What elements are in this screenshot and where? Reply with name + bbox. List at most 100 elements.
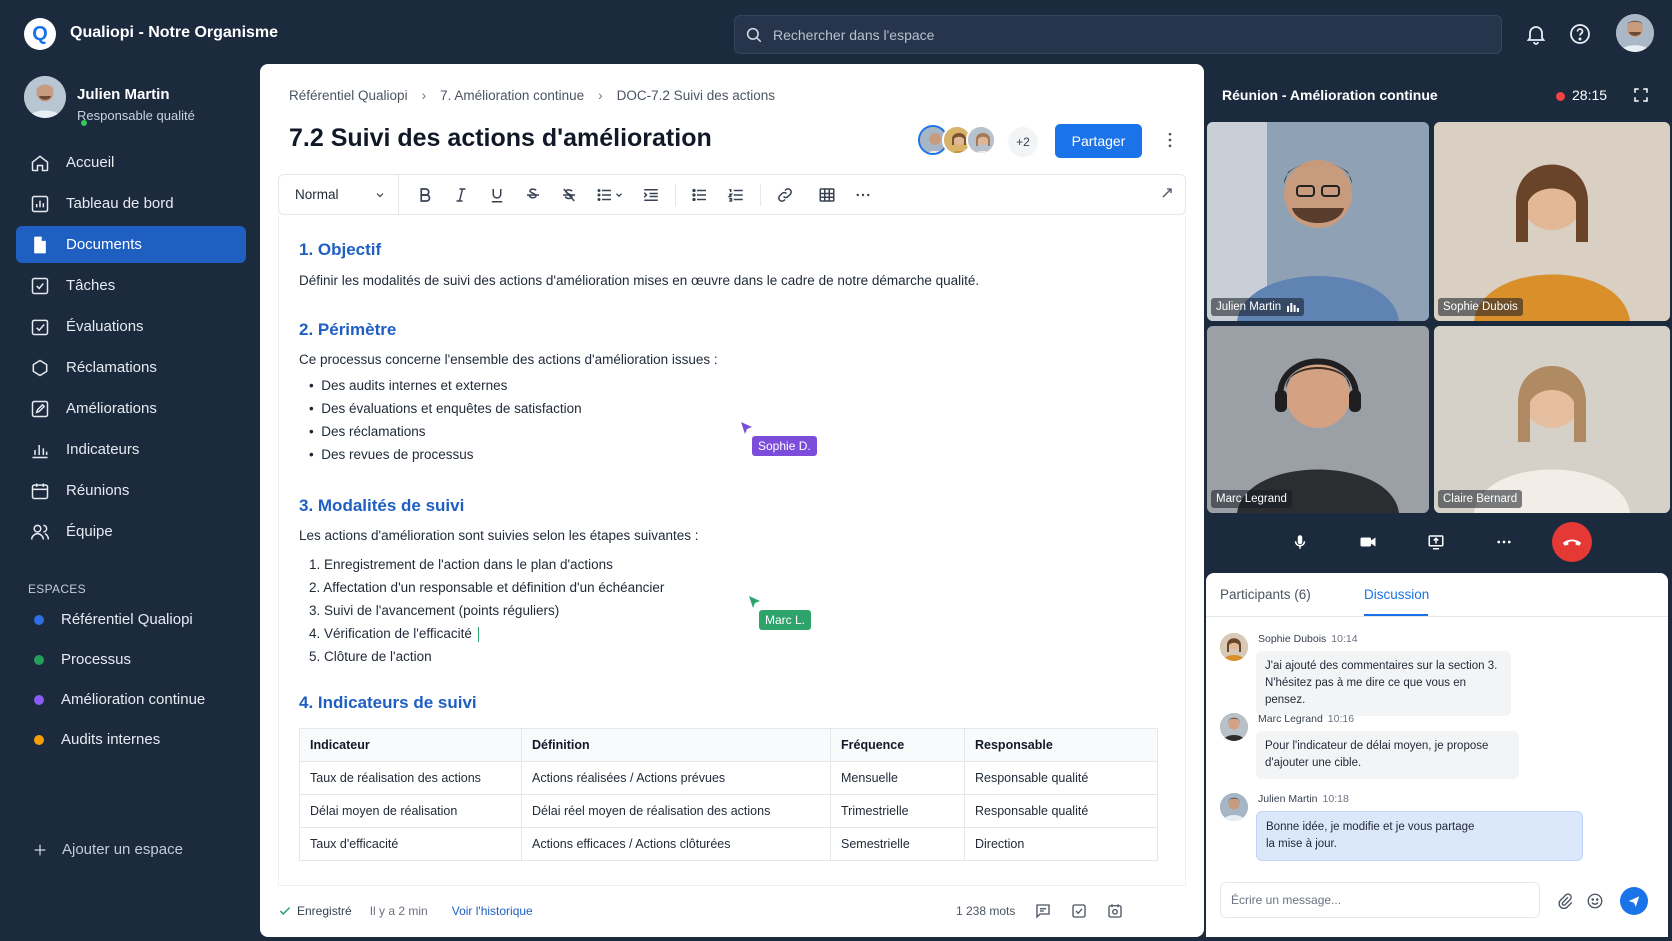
- nav-item-reclamations[interactable]: Réclamations: [16, 349, 246, 386]
- table-row: Taux d'efficacité Actions efficaces / Ac…: [299, 827, 1158, 861]
- nav-item-evaluations[interactable]: Évaluations: [16, 308, 246, 345]
- document-content[interactable]: 1. Objectif Définir les modalités de sui…: [278, 216, 1186, 886]
- avatar: [1220, 793, 1248, 821]
- nav-item-accueil[interactable]: Accueil: [16, 144, 246, 181]
- app-logo[interactable]: Q: [24, 18, 56, 50]
- underline-button[interactable]: [479, 175, 515, 214]
- nav-item-tableau-de-bord[interactable]: Tableau de bord: [16, 185, 246, 222]
- breadcrumb-item[interactable]: 7. Amélioration continue: [440, 88, 584, 103]
- bold-button[interactable]: [407, 175, 443, 214]
- message-line: d'ajouter une cible.: [1265, 757, 1362, 769]
- active-tab-indicator: [1364, 614, 1428, 616]
- screen-share-button[interactable]: [1416, 522, 1456, 562]
- nav-item-equipe[interactable]: Équipe: [16, 513, 246, 550]
- meeting-timer: 28:15: [1572, 87, 1608, 103]
- table-cell: Semestrielle: [830, 827, 965, 861]
- account-avatar[interactable]: [1616, 14, 1654, 52]
- space-color-dot: [34, 654, 44, 665]
- send-button[interactable]: [1620, 887, 1648, 915]
- user-profile[interactable]: Julien Martin Responsable qualité: [24, 76, 195, 128]
- space-label: Processus: [61, 651, 132, 668]
- attachment-icon[interactable]: [1556, 892, 1574, 910]
- nav-item-reunions[interactable]: Réunions: [16, 472, 246, 509]
- fullscreen-icon[interactable]: [1632, 86, 1650, 104]
- task-check-icon[interactable]: [1070, 902, 1088, 920]
- indicators-table: Indicateur Définition Fréquence Responsa…: [299, 728, 1158, 861]
- camera-button[interactable]: [1348, 522, 1388, 562]
- video-tile-marc[interactable]: Marc Legrand: [1207, 326, 1429, 513]
- spaces-title: ESPACES: [28, 582, 86, 596]
- list-item: 3. Suivi de l'avancement (points régulie…: [309, 603, 560, 618]
- collaborators[interactable]: [918, 125, 996, 155]
- table-cell: Mensuelle: [830, 761, 965, 795]
- breadcrumb-item[interactable]: DOC-7.2 Suivi des actions: [617, 88, 775, 103]
- table-cell: Délai réel moyen de réalisation des acti…: [521, 794, 831, 828]
- strikethrough-button[interactable]: [515, 175, 551, 214]
- more-tools-button[interactable]: [845, 175, 881, 214]
- clear-format-icon: [563, 188, 575, 201]
- message-input-placeholder: Écrire un message...: [1231, 893, 1342, 907]
- help-icon[interactable]: [1568, 22, 1592, 46]
- nav-item-ameliorations[interactable]: Améliorations: [16, 390, 246, 427]
- table-cell: Trimestrielle: [830, 794, 965, 828]
- table-button[interactable]: [809, 175, 845, 214]
- more-collaborators-badge[interactable]: +2: [1008, 127, 1038, 157]
- calendar-check-icon[interactable]: [1106, 902, 1124, 920]
- bell-icon[interactable]: [1524, 22, 1548, 46]
- hang-up-button[interactable]: [1552, 522, 1592, 562]
- more-vertical-icon[interactable]: [1160, 130, 1180, 150]
- paragraph-style-select[interactable]: Normal: [279, 175, 399, 214]
- share-button[interactable]: Partager: [1055, 124, 1142, 158]
- home-icon: [31, 154, 49, 171]
- emoji-icon[interactable]: [1586, 892, 1604, 910]
- breadcrumb-item[interactable]: Référentiel Qualiopi: [289, 88, 408, 103]
- paragraph: Ce processus concerne l'ensemble des act…: [299, 352, 718, 367]
- message-header: Julien Martin 10:18: [1258, 793, 1349, 805]
- table-header-row: Indicateur Définition Fréquence Responsa…: [299, 728, 1158, 762]
- video-tile-julien[interactable]: Julien Martin: [1207, 122, 1429, 321]
- checkbox-icon: [31, 277, 49, 294]
- edit-icon: [31, 400, 49, 417]
- phone-hangup-icon: [1562, 539, 1582, 546]
- numbered-list-button[interactable]: [718, 175, 754, 214]
- italic-button[interactable]: [443, 175, 479, 214]
- logo-letter: Q: [32, 22, 48, 45]
- tab-discussion[interactable]: Discussion: [1364, 587, 1429, 602]
- list-item: 5. Clôture de l'action: [309, 649, 432, 664]
- microphone-button[interactable]: [1280, 522, 1320, 562]
- bullet-list-button[interactable]: [682, 175, 718, 214]
- space-color-dot: [34, 614, 44, 625]
- send-icon: [1628, 896, 1640, 907]
- search-input[interactable]: Rechercher dans l'espace: [734, 15, 1502, 54]
- space-item-audits[interactable]: Audits internes: [34, 731, 160, 748]
- save-time: Il y a 2 min: [369, 904, 428, 918]
- space-item-processus[interactable]: Processus: [34, 651, 131, 668]
- message-line: la mise à jour.: [1266, 838, 1337, 850]
- history-link[interactable]: Voir l'historique: [452, 904, 533, 918]
- add-space-button[interactable]: Ajouter un espace: [32, 841, 183, 858]
- space-item-amelioration[interactable]: Amélioration continue: [34, 691, 205, 708]
- tab-participants[interactable]: Participants (6): [1220, 587, 1311, 602]
- link-button[interactable]: [767, 175, 803, 214]
- section-heading: 2. Périmètre: [299, 320, 397, 339]
- list-item-text: Des évaluations et enquêtes de satisfact…: [321, 401, 582, 416]
- nav-item-documents[interactable]: Documents: [16, 226, 246, 263]
- clear-format-button[interactable]: [551, 175, 587, 214]
- list-style-button[interactable]: [587, 175, 633, 214]
- nav-item-indicateurs[interactable]: Indicateurs: [16, 431, 246, 468]
- list-item-text: 4. Vérification de l'efficacité: [309, 626, 472, 641]
- video-tile-claire[interactable]: Claire Bernard: [1434, 326, 1670, 513]
- comment-icon[interactable]: [1034, 902, 1052, 920]
- table-cell: Délai moyen de réalisation: [299, 794, 522, 828]
- participant-video: [1434, 326, 1670, 513]
- more-options-button[interactable]: [1484, 522, 1524, 562]
- nav-item-taches[interactable]: Tâches: [16, 267, 246, 304]
- message-input[interactable]: Écrire un message...: [1220, 882, 1540, 918]
- space-item-referentiel[interactable]: Référentiel Qualiopi: [34, 611, 193, 628]
- expand-icon[interactable]: [1159, 185, 1175, 201]
- user-avatar: [24, 76, 66, 118]
- org-name[interactable]: Qualiopi - Notre Organisme: [70, 24, 278, 42]
- indent-button[interactable]: [633, 175, 669, 214]
- participant-name: Sophie Dubois: [1443, 301, 1518, 313]
- video-tile-sophie[interactable]: Sophie Dubois: [1434, 122, 1670, 321]
